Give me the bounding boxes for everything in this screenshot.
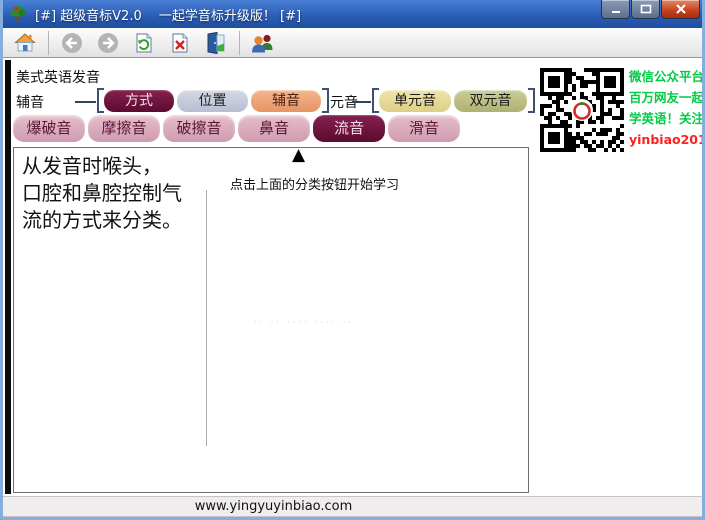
wechat-qr-code: [540, 67, 624, 153]
window-controls: [600, 0, 700, 19]
close-page-icon: [168, 31, 192, 55]
description-line: 从发音时喉头，: [22, 153, 182, 180]
description-line: 流的方式来分类。: [22, 207, 182, 234]
promo-line: 微信公众平台: [629, 66, 705, 87]
tab-fricative[interactable]: 摩擦音: [88, 115, 160, 142]
bracket-close: [322, 88, 329, 113]
tab-manner[interactable]: 方式: [104, 90, 174, 112]
tab-glide[interactable]: 滑音: [388, 115, 460, 142]
connector-line: [75, 101, 96, 103]
description-line: 口腔和鼻腔控制气: [22, 180, 182, 207]
status-panel: www.yingyuyinbiao.com: [0, 496, 705, 517]
close-page-button[interactable]: [165, 30, 195, 56]
connector-line: [352, 101, 371, 103]
minimize-button[interactable]: [601, 0, 630, 19]
left-black-strip: [5, 60, 11, 497]
promo-line: 百万网友一起: [629, 87, 705, 108]
up-arrow-icon: ▲: [292, 145, 305, 165]
users-button[interactable]: [248, 30, 278, 56]
exit-door-icon: [204, 31, 228, 55]
close-icon: [675, 4, 687, 14]
tab-consonant[interactable]: 辅音: [251, 90, 321, 112]
wechat-promo-text: 微信公众平台 百万网友一起 学英语！关注 yinbiao2012: [629, 66, 705, 150]
page-title: 美式英语发音: [16, 67, 100, 87]
refresh-button[interactable]: [129, 30, 159, 56]
tab-monophthong[interactable]: 单元音: [379, 90, 451, 112]
hint-text: 点击上面的分类按钮开始学习: [230, 174, 399, 193]
window-title: [#] 超级音标V2.0 一起学音标升级版！ [#]: [35, 5, 301, 24]
promo-line: 学英语！关注: [629, 108, 705, 129]
maximize-button[interactable]: [631, 0, 660, 19]
toolbar: [0, 28, 705, 58]
tab-nasal[interactable]: 鼻音: [238, 115, 310, 142]
tab-position[interactable]: 位置: [177, 90, 248, 112]
home-icon: [13, 31, 37, 55]
faint-watermark: ·· ·· ···· ···· ··: [254, 318, 354, 327]
back-arrow-icon: [60, 31, 84, 55]
tab-liquid[interactable]: 流音: [313, 115, 385, 142]
status-bar: www.yingyuyinbiao.com: [0, 494, 705, 517]
app-icon-tree: [8, 4, 28, 24]
forward-button[interactable]: [93, 30, 123, 56]
vertical-divider: [206, 190, 207, 446]
bracket-open: [372, 88, 379, 113]
consonant-group-label: 辅音: [16, 92, 44, 112]
maximize-icon: [640, 4, 652, 14]
refresh-icon: [132, 31, 156, 55]
home-button[interactable]: [10, 30, 40, 56]
back-button[interactable]: [57, 30, 87, 56]
users-icon: [250, 31, 276, 55]
forward-arrow-icon: [96, 31, 120, 55]
title-bar[interactable]: [#] 超级音标V2.0 一起学音标升级版！ [#]: [0, 0, 705, 28]
bracket-open: [97, 88, 104, 113]
tab-diphthong[interactable]: 双元音: [454, 90, 527, 112]
tab-plosive[interactable]: 爆破音: [13, 115, 85, 142]
website-url: www.yingyuyinbiao.com: [1, 499, 546, 514]
tab-affricate[interactable]: 破擦音: [163, 115, 235, 142]
wechat-account-id: yinbiao2012: [629, 129, 705, 150]
exit-button[interactable]: [201, 30, 231, 56]
minimize-icon: [610, 4, 622, 14]
bracket-close: [528, 88, 535, 113]
app-window: [#] 超级音标V2.0 一起学音标升级版！ [#]: [0, 0, 705, 520]
close-button[interactable]: [661, 0, 700, 19]
toolbar-separator: [48, 31, 49, 55]
description-text: 从发音时喉头， 口腔和鼻腔控制气 流的方式来分类。: [22, 153, 182, 234]
content-box: 从发音时喉头， 口腔和鼻腔控制气 流的方式来分类。 ▲ 点击上面的分类按钮开始学…: [13, 147, 529, 493]
main-area: 美式英语发音 辅音 方式 位置 辅音 元音 单元音 双元音 爆破音 摩擦音 破擦…: [0, 59, 705, 497]
toolbar-separator: [239, 31, 240, 55]
